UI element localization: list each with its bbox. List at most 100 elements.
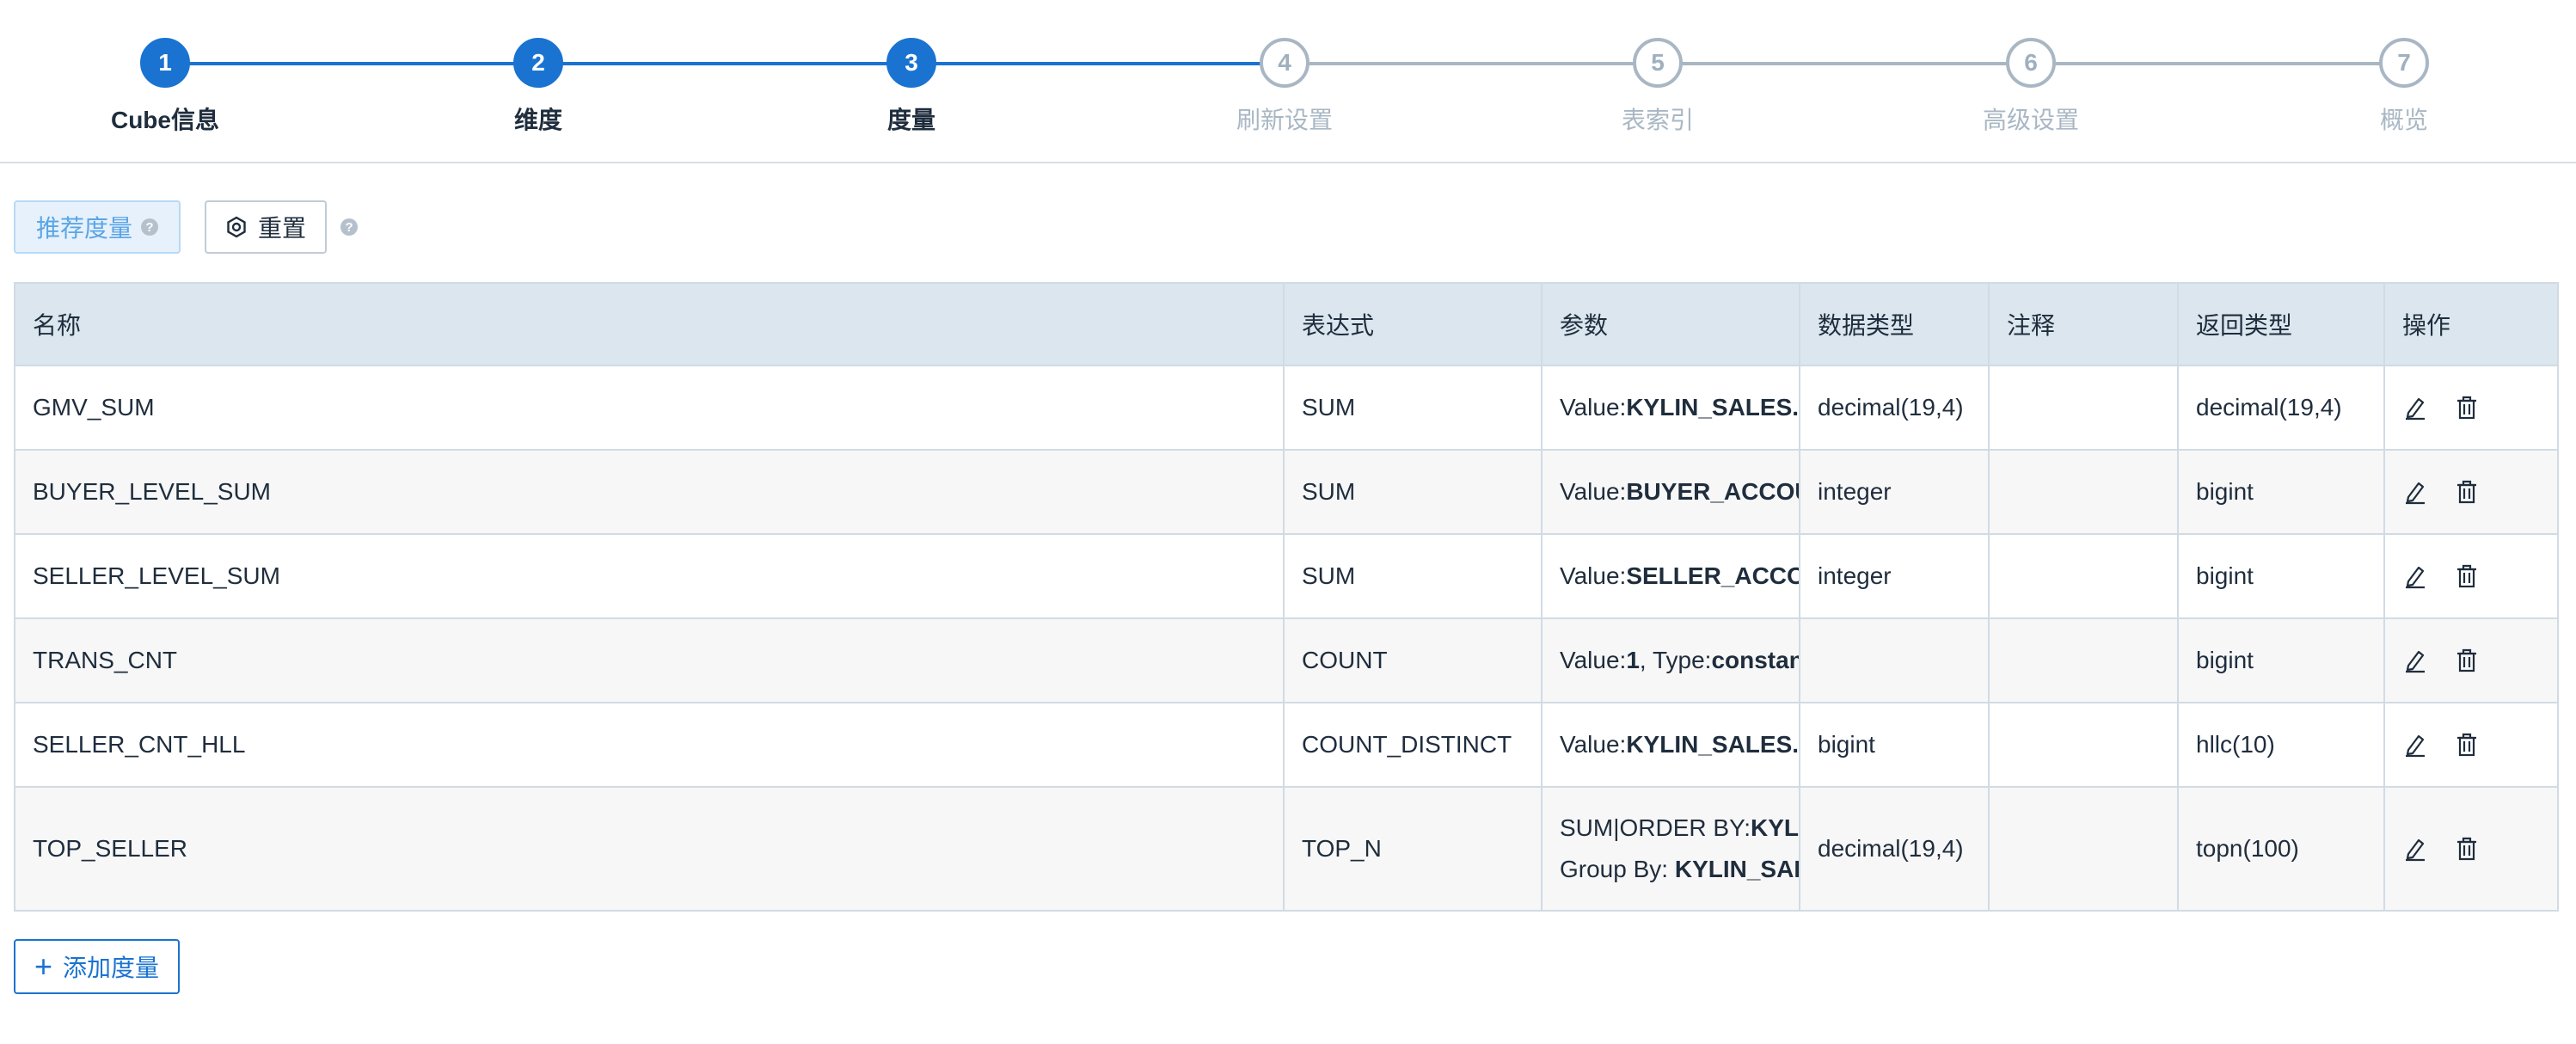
cell-data-type: decimal(19,4)	[1799, 786, 1990, 912]
step-label: Cube信息	[110, 107, 219, 133]
progress-line-done	[165, 62, 1285, 65]
cell-return-type: bigint	[2177, 449, 2385, 535]
edit-icon[interactable]	[2402, 732, 2428, 758]
edit-icon[interactable]	[2402, 395, 2428, 421]
delete-icon[interactable]	[2454, 648, 2480, 673]
param-value: 1	[1626, 647, 1640, 673]
reset-label: 重置	[258, 215, 307, 242]
step-dimensions[interactable]: 2 维度	[452, 38, 624, 136]
delete-icon[interactable]	[2454, 732, 2480, 758]
cell-actions	[2383, 702, 2559, 788]
step-label: 表索引	[1621, 107, 1694, 133]
cell-return-type: topn(100)	[2177, 786, 2385, 912]
reset-icon	[225, 216, 248, 238]
header-return-type[interactable]: 返回类型	[2177, 282, 2385, 366]
cell-actions	[2383, 365, 2559, 451]
measures-table: 名称 表达式 参数 数据类型 注释 返回类型 操作 GMV_SUM SUM Va…	[14, 282, 2559, 912]
step-label: 高级设置	[1982, 107, 2079, 133]
param-value: KYLIN_SALES.SELLER_ID	[1674, 856, 1798, 882]
step-number: 7	[2379, 38, 2429, 88]
wizard-stepper: 1 Cube信息 2 维度 3 度量 4 刷新设置 5 表索引 6 高级设置 7…	[0, 0, 2576, 163]
cell-name: GMV_SUM	[14, 365, 1285, 451]
table-row: TRANS_CNT COUNT Value:1, Type:constant b…	[14, 617, 2559, 703]
cell-name: SELLER_LEVEL_SUM	[14, 533, 1285, 619]
cell-comment	[1988, 365, 2179, 451]
header-params[interactable]: 参数	[1541, 282, 1800, 366]
cell-return-type: bigint	[2177, 533, 2385, 619]
param-value: KYLIN_SALES.PRICE	[1626, 394, 1800, 421]
step-table-index[interactable]: 5 表索引	[1572, 38, 1744, 136]
edit-icon[interactable]	[2402, 836, 2428, 862]
recommend-label: 推荐度量	[36, 215, 133, 242]
step-number: 1	[140, 38, 190, 88]
delete-icon[interactable]	[2454, 836, 2480, 862]
param-line-group: Group By: KYLIN_SALES.SELLER_ID	[1560, 849, 1798, 890]
param-label: Value:	[1560, 478, 1627, 505]
header-data-type[interactable]: 数据类型	[1799, 282, 1990, 366]
cell-name: BUYER_LEVEL_SUM	[14, 449, 1285, 535]
param-value: BUYER_ACCOUNT.ACCOUNT_BUYER_LEVEL	[1626, 478, 1798, 505]
param-label: Value:	[1560, 394, 1627, 421]
cell-params: SUM|ORDER BY:KYLIN_SALES.PRICE Group By:…	[1541, 786, 1800, 912]
param-value: KYLIN_SALES.PRICE	[1750, 814, 1799, 841]
delete-icon[interactable]	[2454, 395, 2480, 421]
step-number: 5	[1633, 38, 1683, 88]
step-cube-info[interactable]: 1 Cube信息	[79, 38, 251, 136]
add-measure-button[interactable]: + 添加度量	[14, 939, 181, 994]
cell-comment	[1988, 617, 2179, 703]
cell-expression: SUM	[1283, 449, 1543, 535]
step-label: 刷新设置	[1236, 107, 1333, 133]
header-comment[interactable]: 注释	[1988, 282, 2179, 366]
step-number: 4	[1260, 38, 1309, 88]
progress-line-todo	[1285, 62, 2404, 65]
cell-return-type: bigint	[2177, 617, 2385, 703]
cell-actions	[2383, 449, 2559, 535]
param-sep: , Type:	[1639, 647, 1712, 673]
table-row: BUYER_LEVEL_SUM SUM Value:BUYER_ACCOUNT.…	[14, 449, 2559, 535]
cell-params: Value:SELLER_ACCOUNT.ACCOUNT_SELLER_LEVE…	[1541, 533, 1800, 619]
step-number: 6	[2006, 38, 2056, 88]
step-label: 概览	[2379, 107, 2428, 133]
edit-icon[interactable]	[2402, 648, 2428, 673]
header-expression[interactable]: 表达式	[1283, 282, 1543, 366]
edit-icon[interactable]	[2402, 563, 2428, 589]
step-measures[interactable]: 3 度量	[825, 38, 997, 136]
cell-expression: TOP_N	[1283, 786, 1543, 912]
recommend-measures-button[interactable]: 推荐度量 ?	[14, 200, 181, 254]
table-header-row: 名称 表达式 参数 数据类型 注释 返回类型 操作	[14, 282, 2559, 366]
plus-icon: +	[34, 949, 53, 984]
cell-name: SELLER_CNT_HLL	[14, 702, 1285, 788]
param-label: Value:	[1560, 731, 1627, 758]
table-row: TOP_SELLER TOP_N SUM|ORDER BY:KYLIN_SALE…	[14, 786, 2559, 912]
cell-return-type: decimal(19,4)	[2177, 365, 2385, 451]
help-icon[interactable]: ?	[340, 218, 359, 236]
step-advanced-settings[interactable]: 6 高级设置	[1945, 38, 2117, 136]
step-number: 3	[886, 38, 936, 88]
table-row: SELLER_LEVEL_SUM SUM Value:SELLER_ACCOUN…	[14, 533, 2559, 619]
cell-params: Value:BUYER_ACCOUNT.ACCOUNT_BUYER_LEVEL	[1541, 449, 1800, 535]
step-refresh-settings[interactable]: 4 刷新设置	[1199, 38, 1371, 136]
add-measure-label: 添加度量	[63, 955, 160, 981]
cell-expression: SUM	[1283, 365, 1543, 451]
cell-data-type: integer	[1799, 449, 1990, 535]
help-icon[interactable]: ?	[141, 218, 159, 236]
cell-name: TOP_SELLER	[14, 786, 1285, 912]
cell-comment	[1988, 786, 2179, 912]
cell-comment	[1988, 449, 2179, 535]
table-row: GMV_SUM SUM Value:KYLIN_SALES.PRICE deci…	[14, 365, 2559, 451]
measure-toolbar: 推荐度量 ? 重置 ?	[14, 200, 359, 255]
delete-icon[interactable]	[2454, 563, 2480, 589]
cell-expression: COUNT	[1283, 617, 1543, 703]
delete-icon[interactable]	[2454, 479, 2480, 505]
cell-actions	[2383, 533, 2559, 619]
param-value: SELLER_ACCOUNT.ACCOUNT_SELLER_LEVEL	[1626, 562, 1798, 589]
cell-params: Value:1, Type:constant	[1541, 617, 1800, 703]
step-overview[interactable]: 7 概览	[2318, 38, 2490, 136]
param-label: Value:	[1560, 562, 1627, 589]
cell-expression: SUM	[1283, 533, 1543, 619]
reset-button[interactable]: 重置	[205, 200, 328, 254]
header-name[interactable]: 名称	[14, 282, 1285, 366]
param-label: SUM|ORDER BY:	[1560, 814, 1751, 841]
cell-data-type	[1799, 617, 1990, 703]
edit-icon[interactable]	[2402, 479, 2428, 505]
